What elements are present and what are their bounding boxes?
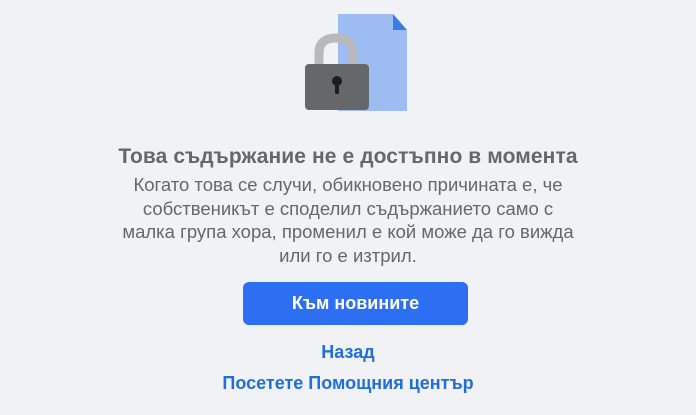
explanation-text: Когато това се случи, обикновено причина… (98, 173, 598, 267)
go-to-news-feed-button[interactable]: Към новините (243, 282, 468, 325)
explanation-line: малка група хора, променил е кой може да… (122, 221, 574, 242)
explanation-line: Когато това се случи, обикновено причина… (133, 174, 563, 195)
content-unavailable-page: Това съдържание не е достъпно в момента … (0, 0, 696, 415)
help-center-link[interactable]: Посетете Помощния център (0, 373, 696, 394)
back-link[interactable]: Назад (0, 342, 696, 363)
explanation-line: или го е изтрил. (279, 244, 417, 266)
explanation-line: собственикът е споделил съдържанието сам… (142, 197, 554, 219)
lock-document-icon (305, 14, 407, 111)
locked-content-illustration (300, 10, 410, 115)
page-title: Това съдържание не е достъпно в момента (118, 145, 578, 168)
